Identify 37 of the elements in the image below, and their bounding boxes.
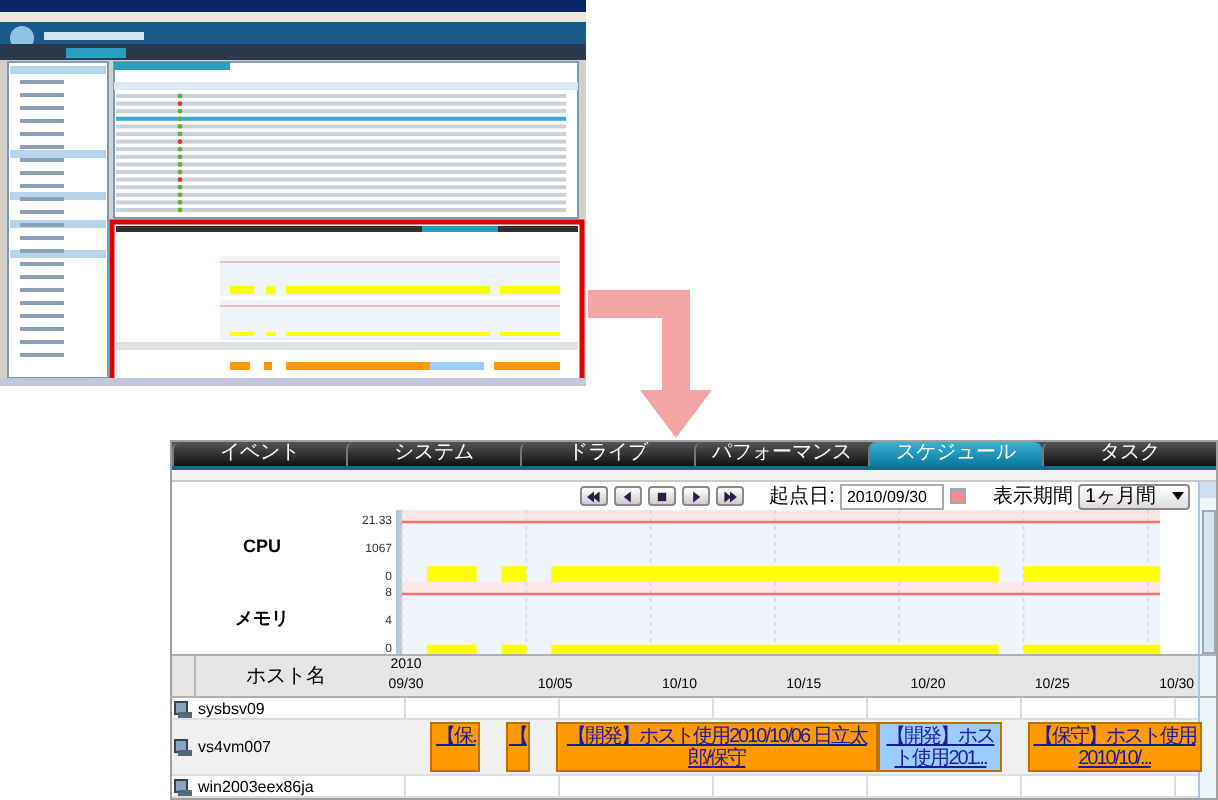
host-name: win2003eex86ja [194,776,376,798]
last-icon [721,489,738,503]
previous-button[interactable] [613,486,642,506]
tab[interactable]: ドライブ [520,442,694,466]
schedule-bar[interactable]: 【 [505,722,531,772]
schedule-bar[interactable]: 【開発】ホスト使用201... [878,722,1003,772]
host-name: vs4vm007 [194,720,376,776]
previous-icon [619,489,636,503]
chart-label: メモリ [233,605,291,631]
next-button[interactable] [681,486,710,506]
usage-bar [501,644,527,654]
usage-bar [426,644,477,654]
stop-button[interactable] [647,486,676,506]
first-button[interactable] [579,486,608,506]
schedule-bar[interactable]: 【開発】ホスト使用2010/10/06 日立太郎/保守 [555,722,879,772]
schedule-bar[interactable]: 【保守】ホスト使用2010/10/... [1027,722,1202,772]
tab[interactable]: システム [346,442,520,466]
schedule-bar[interactable]: 【保. [430,722,481,772]
column-header: ホスト名 [194,656,376,698]
usage-bar [426,566,477,582]
scrollbar[interactable] [1198,482,1216,654]
usage-bar [501,566,527,582]
server-icon [174,738,192,756]
usage-bar [1023,644,1160,654]
first-icon [585,489,602,503]
tab[interactable]: タスク [1042,442,1216,466]
period-label: 表示期間 [992,483,1073,510]
next-icon [687,489,704,503]
chart-label: CPU [240,534,283,560]
last-button[interactable] [715,486,744,506]
tab[interactable]: イベント [172,442,346,466]
stop-icon [653,489,670,503]
start-date-label: 起点日: [769,483,835,510]
date-field[interactable]: 2010/09/30 [840,483,945,509]
caret-icon [1172,492,1184,500]
usage-bar [1023,566,1160,582]
period-dropdown[interactable]: 1ヶ月間 [1078,483,1190,509]
